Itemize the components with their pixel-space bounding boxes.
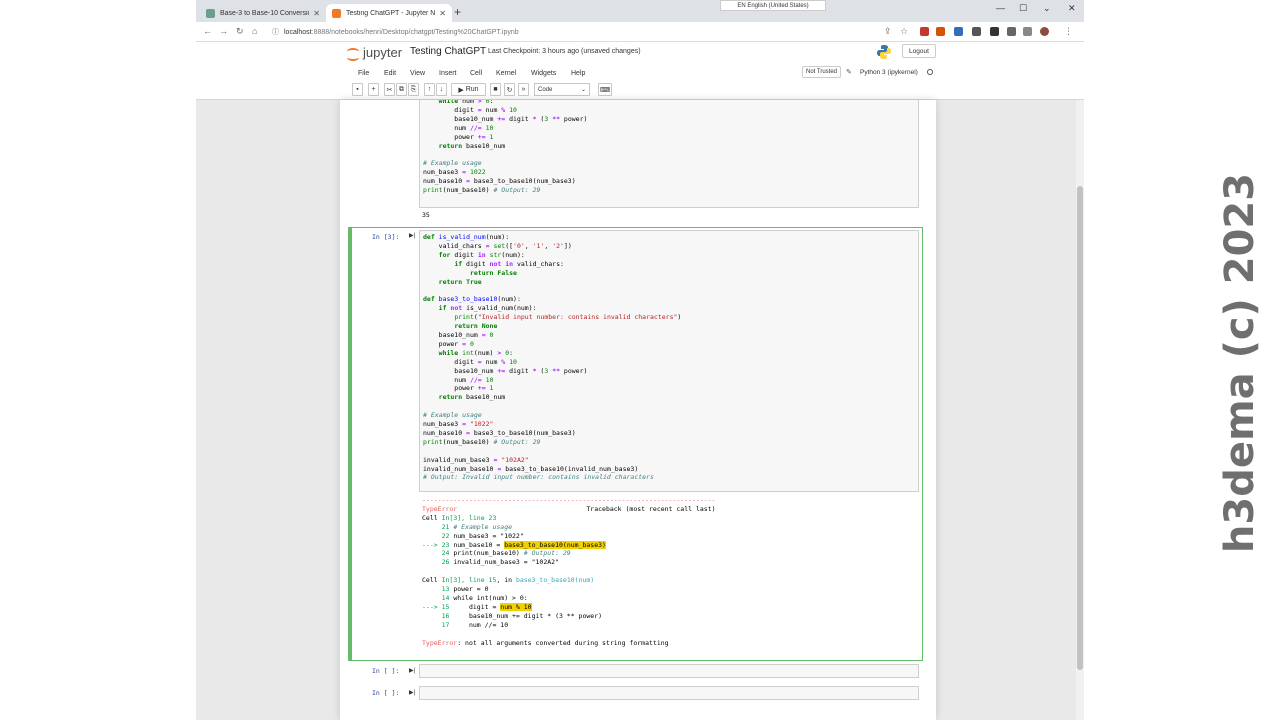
jupyter-logo[interactable]: jupyter <box>346 45 403 61</box>
jupyter-logo-text: jupyter <box>363 45 403 60</box>
save-icon[interactable]: ▪ <box>352 83 363 96</box>
python-logo-icon <box>877 45 891 59</box>
menu-kernel[interactable]: Kernel <box>496 70 516 77</box>
fast-forward-icon[interactable]: » <box>518 83 529 96</box>
page-scrollbar[interactable] <box>1076 100 1084 720</box>
menu-help[interactable]: Help <box>571 70 585 77</box>
chatgpt-favicon-icon <box>206 8 215 18</box>
not-trusted-badge[interactable]: Not Trusted <box>802 66 842 78</box>
menu-cell[interactable]: Cell <box>470 70 482 77</box>
run-label: Run <box>465 86 479 93</box>
input-prompt: In [ ]: <box>372 667 400 675</box>
empty-code-cell[interactable] <box>419 686 919 700</box>
reload-icon[interactable]: ↻ <box>236 26 244 37</box>
tab-title: Testing ChatGPT - Jupyter Notebook <box>346 9 436 17</box>
cell-output: 35 <box>422 211 430 219</box>
cell-type-select[interactable]: Code ⌄ <box>534 83 590 96</box>
run-button[interactable]: ▶ Run <box>451 83 486 96</box>
tab-jupyter-notebook[interactable]: Testing ChatGPT - Jupyter Notebook ✕ <box>326 4 452 22</box>
kebab-menu-icon[interactable]: ⋮ <box>1064 26 1073 37</box>
interrupt-icon[interactable]: ■ <box>490 83 501 96</box>
sidebar-icon[interactable] <box>1023 27 1032 36</box>
close-icon[interactable]: ✕ <box>439 9 446 18</box>
keyboard-icon[interactable]: ⌨ <box>598 83 612 96</box>
notebook-name[interactable]: Testing ChatGPT <box>410 46 486 57</box>
watermark-text: h3dema (c) 2023 <box>1217 172 1263 554</box>
close-icon[interactable]: ✕ <box>313 9 320 18</box>
extension-icon[interactable] <box>936 27 945 36</box>
run-cell-icon[interactable]: ▶| <box>409 667 415 674</box>
menu-view[interactable]: View <box>410 70 425 77</box>
menu-insert[interactable]: Insert <box>439 70 457 77</box>
back-icon[interactable]: ← <box>203 26 212 36</box>
minimize-icon[interactable]: — <box>996 3 1005 13</box>
scrollbar-thumb[interactable] <box>1077 186 1083 670</box>
code-cell-3[interactable]: def is_valid_num(num): valid_chars = set… <box>419 230 919 492</box>
code-text: def is_valid_num(num): valid_chars = set… <box>423 233 682 482</box>
input-prompt: In [ ]: <box>372 689 400 697</box>
new-tab-button[interactable]: + <box>454 5 461 19</box>
traceback-text: ----------------------------------------… <box>422 496 716 647</box>
run-cell-icon[interactable]: ▶| <box>409 232 415 239</box>
jupyter-logo-icon <box>346 46 360 61</box>
insert-cell-icon[interactable]: + <box>368 83 379 96</box>
jupyter-header: jupyter Testing ChatGPT Last Checkpoint:… <box>196 42 1084 100</box>
notebook-toolbar: ▪ + ✂ ⧉ ⎘ ↑ ↓ ▶ Run ■ ↻ » Code ⌄ ⌨ <box>346 83 936 97</box>
tab-bar: Base-3 to Base-10 Conversion ✕ Testing C… <box>196 0 1084 22</box>
puzzle-icon[interactable] <box>990 27 999 36</box>
info-icon: ⓘ <box>272 29 279 36</box>
browser-window: Base-3 to Base-10 Conversion ✕ Testing C… <box>196 0 1084 720</box>
home-icon[interactable]: ⌂ <box>252 26 257 36</box>
address-bar[interactable]: ⓘ localhost :8888/notebooks/henri/Deskto… <box>272 25 872 39</box>
tab-title: Base-3 to Base-10 Conversion <box>220 9 310 17</box>
move-up-icon[interactable]: ↑ <box>424 83 435 96</box>
tab-base3-conversion[interactable]: Base-3 to Base-10 Conversion ✕ <box>200 4 326 22</box>
run-cell-icon[interactable]: ▶| <box>409 689 415 696</box>
move-down-icon[interactable]: ↓ <box>436 83 447 96</box>
menu-edit[interactable]: Edit <box>384 70 396 77</box>
play-icon: ▶ <box>458 86 466 94</box>
paste-icon[interactable]: ⎘ <box>408 83 419 96</box>
empty-code-cell[interactable] <box>419 664 919 678</box>
code-text: while num > 0: digit = num % 10 base10_n… <box>423 100 588 195</box>
extension-icon[interactable] <box>972 27 981 36</box>
language-indicator: EN English (United States) <box>720 0 826 11</box>
kernel-name[interactable]: Python 3 (ipykernel) <box>860 66 918 78</box>
kernel-idle-icon <box>927 69 933 75</box>
unsaved-text: (unsaved changes) <box>581 48 641 55</box>
video-frame: Base-3 to Base-10 Conversion ✕ Testing C… <box>0 0 1280 720</box>
checkpoint-text: Last Checkpoint: 3 hours ago <box>488 48 580 55</box>
cut-icon[interactable]: ✂ <box>384 83 395 96</box>
input-prompt: In [3]: <box>372 233 400 241</box>
chevron-down-icon: ⌄ <box>580 87 586 93</box>
url-path: :8888/notebooks/henri/Desktop/chatgpt/Te… <box>311 28 519 36</box>
bookmark-star-icon[interactable]: ☆ <box>900 26 908 37</box>
menu-icon[interactable] <box>1007 27 1016 36</box>
avatar[interactable] <box>1040 27 1049 36</box>
notebook-page: while num > 0: digit = num % 10 base10_n… <box>340 100 936 720</box>
cell-type-value: Code <box>538 86 553 93</box>
chevron-down-icon[interactable]: ⌄ <box>1043 3 1051 14</box>
checkpoint-status: Last Checkpoint: 3 hours ago (unsaved ch… <box>488 48 641 55</box>
logout-button[interactable]: Logout <box>902 44 936 58</box>
maximize-icon[interactable]: ☐ <box>1019 3 1027 14</box>
forward-icon[interactable]: → <box>219 26 228 36</box>
share-icon[interactable]: ⇪ <box>884 26 892 37</box>
browser-toolbar: ← → ↻ ⌂ ⓘ localhost :8888/notebooks/henr… <box>196 22 1084 42</box>
traceback-output: ----------------------------------------… <box>419 496 919 647</box>
watermark: h3dema (c) 2023 <box>1205 173 1275 553</box>
restart-icon[interactable]: ↻ <box>504 83 515 96</box>
code-cell-previous[interactable]: while num > 0: digit = num % 10 base10_n… <box>419 100 919 208</box>
menu-widgets[interactable]: Widgets <box>531 70 556 77</box>
menu-file[interactable]: File <box>358 70 369 77</box>
pencil-icon[interactable]: ✎ <box>846 68 852 76</box>
jupyter-favicon-icon <box>332 8 341 18</box>
extension-new-icon[interactable] <box>954 27 963 36</box>
extension-shield-icon[interactable] <box>920 27 929 36</box>
window-close-icon[interactable]: ✕ <box>1068 3 1076 14</box>
copy-icon[interactable]: ⧉ <box>396 83 407 96</box>
url-host: localhost <box>284 28 312 36</box>
